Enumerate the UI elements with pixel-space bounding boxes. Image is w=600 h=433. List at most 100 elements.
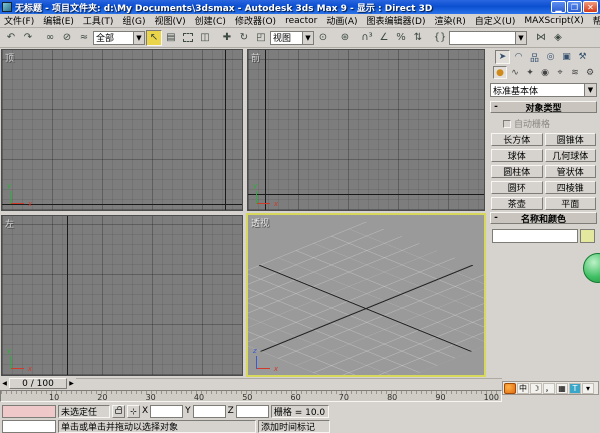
motion-tab-icon[interactable]: ◎ (543, 50, 558, 64)
shapes-category-icon[interactable]: ∿ (508, 66, 522, 79)
menu-modifiers[interactable]: 修改器(O) (235, 14, 276, 27)
rectangular-region-icon[interactable] (180, 30, 196, 46)
track-bar[interactable]: 1020 3040 5060 7080 90100 (0, 390, 502, 402)
select-by-name-icon[interactable]: ▤ (163, 30, 179, 46)
menu-create[interactable]: 创建(C) (195, 14, 226, 27)
ime-skin-icon[interactable]: T (569, 383, 581, 394)
menu-animation[interactable]: 动画(A) (326, 14, 357, 27)
rotate-icon[interactable]: ↻ (236, 30, 252, 46)
selection-filter-dropdown[interactable]: 全部 ▼ (93, 31, 145, 45)
dropdown-arrow-icon[interactable]: ▼ (302, 32, 313, 44)
dropdown-arrow-icon[interactable]: ▼ (584, 84, 596, 96)
time-slider-prev-icon[interactable]: ◀ (0, 378, 9, 389)
menu-customize[interactable]: 自定义(U) (475, 14, 516, 27)
menu-edit[interactable]: 编辑(E) (43, 14, 74, 27)
ime-punctuation-icon[interactable]: ， (543, 383, 555, 394)
plane-button[interactable]: 平面 (545, 197, 597, 210)
hierarchy-tab-icon[interactable]: 品 (527, 50, 542, 64)
ime-soft-keyboard-icon[interactable]: ▦ (556, 383, 568, 394)
menu-help[interactable]: 帮助(H) (593, 14, 600, 27)
spinner-snap-icon[interactable]: ⇅ (410, 30, 426, 46)
geometry-category-icon[interactable]: ● (493, 66, 507, 79)
select-and-link-icon[interactable]: ∞ (42, 30, 58, 46)
viewport-perspective[interactable]: 透视 xz (246, 213, 486, 377)
modify-tab-icon[interactable]: ◠ (511, 50, 526, 64)
object-name-field[interactable] (492, 229, 578, 243)
dropdown-arrow-icon[interactable]: ▼ (133, 32, 144, 44)
select-and-manipulate-icon[interactable]: ⊛ (337, 30, 353, 46)
teapot-button[interactable]: 茶壶 (491, 197, 543, 210)
percent-snap-icon[interactable]: % (393, 30, 409, 46)
lights-category-icon[interactable]: ✦ (523, 66, 537, 79)
align-icon[interactable]: ◈ (550, 30, 566, 46)
x-coord-field[interactable] (150, 405, 183, 418)
viewport-perspective-label[interactable]: 透视 (251, 216, 269, 229)
window-crossing-icon[interactable]: ◫ (197, 30, 213, 46)
dropdown-arrow-icon[interactable]: ▼ (515, 32, 526, 44)
torus-button[interactable]: 圆环 (491, 181, 543, 194)
utilities-tab-icon[interactable]: ⚒ (575, 50, 590, 64)
tube-button[interactable]: 管状体 (545, 165, 597, 178)
time-slider-next-icon[interactable]: ▶ (67, 378, 76, 389)
undo-icon[interactable]: ↶ (3, 30, 19, 46)
absolute-offset-icon[interactable]: ⊹ (127, 405, 140, 418)
viewport-front[interactable]: 前 xy (247, 49, 485, 211)
redo-icon[interactable]: ↷ (20, 30, 36, 46)
minimize-button[interactable]: ▁ (551, 1, 566, 13)
selection-lock-icon[interactable] (112, 405, 125, 418)
menu-file[interactable]: 文件(F) (4, 14, 34, 27)
viewport-left-label[interactable]: 左 (5, 217, 14, 230)
menu-group[interactable]: 组(G) (122, 14, 145, 27)
box-button[interactable]: 长方体 (491, 133, 543, 146)
menu-rendering[interactable]: 渲染(R) (434, 14, 465, 27)
ime-chinese-mode-icon[interactable]: 中 (517, 383, 529, 394)
primitive-category-dropdown[interactable]: 标准基本体 ▼ (490, 83, 597, 97)
viewport-left[interactable]: 左 xy (1, 215, 243, 376)
maxscript-listener-output[interactable] (2, 420, 56, 433)
menu-reactor[interactable]: reactor (285, 16, 317, 26)
object-type-rollout[interactable]: - 对象类型 (490, 101, 597, 113)
move-icon[interactable]: ✚ (219, 30, 235, 46)
mirror-icon[interactable]: ⋈ (533, 30, 549, 46)
viewport-top-label[interactable]: 顶 (5, 51, 14, 64)
create-tab-icon[interactable]: ➤ (495, 50, 510, 64)
systems-category-icon[interactable]: ⚙ (583, 66, 597, 79)
reference-coordinate-dropdown[interactable]: 视图 ▼ (270, 31, 314, 45)
y-coord-field[interactable] (193, 405, 226, 418)
menu-tools[interactable]: 工具(T) (83, 14, 114, 27)
time-tag-field[interactable]: 添加时间标记 (258, 420, 330, 433)
use-pivot-center-icon[interactable]: ⊙ (315, 30, 331, 46)
menu-maxscript[interactable]: MAXScript(X) (524, 16, 583, 26)
snap-toggle-3d-icon[interactable]: ∩³ (359, 30, 375, 46)
menu-graph-editors[interactable]: 图表编辑器(D) (367, 14, 426, 27)
object-color-swatch[interactable] (580, 229, 595, 243)
name-color-rollout[interactable]: - 名称和颜色 (490, 212, 597, 224)
z-coord-field[interactable] (236, 405, 269, 418)
edit-named-sets-icon[interactable]: {} (432, 30, 448, 46)
angle-snap-icon[interactable]: ∠ (376, 30, 392, 46)
cameras-category-icon[interactable]: ◉ (538, 66, 552, 79)
cone-button[interactable]: 圆锥体 (545, 133, 597, 146)
ime-options-icon[interactable]: ▾ (582, 383, 594, 394)
menu-views[interactable]: 视图(V) (154, 14, 185, 27)
spacewarps-category-icon[interactable]: ≋ (568, 66, 582, 79)
display-tab-icon[interactable]: ▣ (559, 50, 574, 64)
scale-icon[interactable]: ◰ (253, 30, 269, 46)
maxscript-listener-input[interactable] (2, 405, 56, 418)
select-object-icon[interactable]: ↖ (146, 30, 162, 46)
bind-to-spacewarp-icon[interactable]: ≈ (76, 30, 92, 46)
restore-button[interactable]: ❐ (567, 1, 582, 13)
named-selection-dropdown[interactable]: ▼ (449, 31, 527, 45)
time-slider-track[interactable] (76, 378, 502, 389)
close-button[interactable]: ✕ (583, 1, 598, 13)
viewport-front-label[interactable]: 前 (251, 51, 260, 64)
sphere-button[interactable]: 球体 (491, 149, 543, 162)
ime-brand-icon[interactable] (504, 383, 516, 394)
cylinder-button[interactable]: 圆柱体 (491, 165, 543, 178)
viewport-top[interactable]: 顶 xy (1, 49, 243, 211)
time-slider-handle[interactable]: 0 / 100 (9, 378, 67, 389)
ime-fullwidth-icon[interactable]: ☽ (530, 383, 542, 394)
helpers-category-icon[interactable]: ⌖ (553, 66, 567, 79)
autogrid-checkbox[interactable] (503, 120, 511, 128)
pyramid-button[interactable]: 四棱锥 (545, 181, 597, 194)
